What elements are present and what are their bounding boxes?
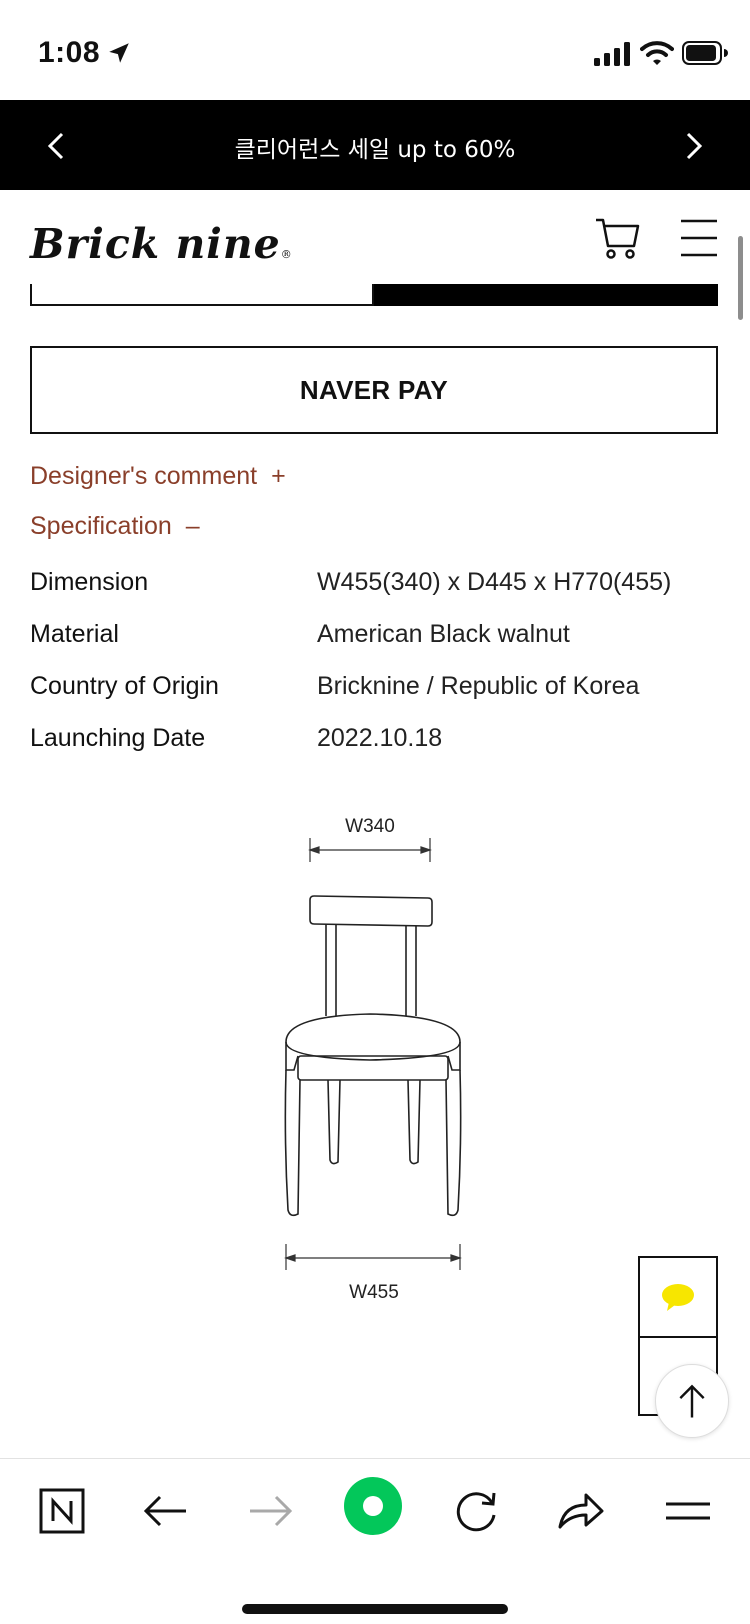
battery-icon [682,41,728,65]
share-icon[interactable] [552,1483,608,1539]
promo-text[interactable]: 클리어런스 세일 up to 60% [0,130,750,164]
spec-value: Bricknine / Republic of Korea [317,672,640,700]
spec-label: Launching Date [30,724,206,752]
refresh-icon[interactable] [448,1483,504,1539]
brand-logo[interactable]: Brick nine® [30,220,293,268]
spec-label: Material [30,620,119,648]
brand-logo-text: Brick nine [30,220,281,268]
specification-toggle[interactable]: Specification – [30,512,200,541]
designers-comment-toggle[interactable]: Designer's comment + [30,462,286,491]
page-scrollbar[interactable] [738,236,743,320]
registered-mark: ® [280,248,293,261]
cellular-signal-icon [594,42,630,66]
top-dimension-label: W340 [345,816,395,837]
home-indicator[interactable] [242,1604,508,1614]
spec-value: American Black walnut [317,620,570,648]
spec-label: Dimension [30,568,149,596]
scroll-to-top-icon[interactable] [655,1364,729,1438]
back-arrow-icon[interactable] [138,1483,194,1539]
cart-icon[interactable] [594,216,640,260]
spec-value: 2022.10.18 [317,724,443,752]
status-bar: 1:08 [0,0,750,100]
forward-arrow-icon[interactable] [242,1483,298,1539]
accordion-label: Designer's comment [30,462,258,490]
top-dimension-line [308,838,432,862]
spec-row: Dimension W455(340) x D445 x H770(455) [30,568,720,620]
accordion-label: Specification [30,512,172,540]
chair-dimension-drawing: W340 W455 [284,816,462,1303]
naver-home-icon[interactable] [34,1483,90,1539]
spec-label: Country of Origin [30,672,219,700]
naver-pay-button[interactable]: NAVER PAY [30,346,718,434]
float-divider [640,1336,716,1338]
kakao-chat-icon[interactable] [660,1282,696,1312]
spec-row: Material American Black walnut [30,620,720,672]
browser-toolbar [0,1458,750,1624]
hamburger-menu-icon[interactable] [680,218,718,258]
cart-button-partial[interactable] [30,284,374,306]
buy-button-partial[interactable] [374,284,718,306]
naver-green-dot-icon[interactable] [342,1475,404,1537]
browser-menu-icon[interactable] [660,1483,716,1539]
chair-outline [284,895,462,1217]
chevron-right-icon[interactable] [676,126,712,166]
collapse-minus-icon: – [185,512,200,540]
specification-table: Dimension W455(340) x D445 x H770(455) M… [30,568,720,776]
bottom-dimension-line [284,1244,462,1270]
promo-banner[interactable]: 클리어런스 세일 up to 60% [0,100,750,190]
wifi-icon [640,41,674,65]
location-arrow-icon [109,43,129,63]
spec-value: W455(340) x D445 x H770(455) [317,568,672,596]
purchase-buttons-partial [30,284,718,306]
site-header: Brick nine® [0,190,750,288]
spec-row: Launching Date 2022.10.18 [30,724,720,776]
status-time: 1:08 [38,36,101,69]
expand-plus-icon: + [271,462,286,490]
spec-row: Country of Origin Bricknine / Republic o… [30,672,720,724]
bottom-dimension-label: W455 [349,1282,399,1303]
